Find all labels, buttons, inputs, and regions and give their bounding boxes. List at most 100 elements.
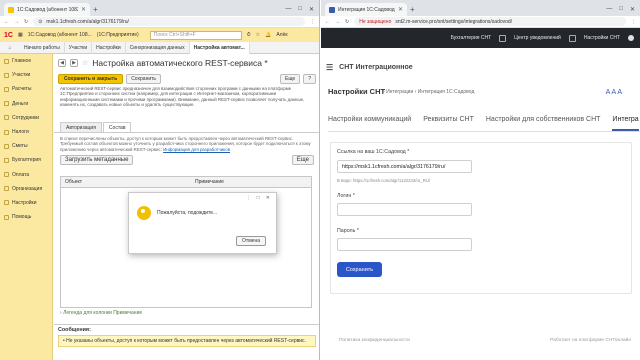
- search-input[interactable]: Поиск Ctrl+Shift+F: [149, 30, 242, 40]
- tab-authorization[interactable]: Авторизация: [60, 122, 102, 132]
- site-info-icon[interactable]: ⊙: [38, 19, 42, 25]
- sidebar-item-payment[interactable]: Оплата: [0, 168, 52, 182]
- link-input[interactable]: https://msk1.1cfresh.com/a/algr/3176179/…: [337, 160, 472, 173]
- sidebar-item-settings[interactable]: Настройки: [0, 196, 52, 210]
- nav-notifications[interactable]: Центр уведомлений: [514, 35, 561, 41]
- tab-communications[interactable]: Настройки коммуникаций: [328, 116, 411, 131]
- sidebar-item-label: Участки: [12, 72, 31, 79]
- messages-panel: Сообщения: • Не указаны объекты, доступ …: [54, 324, 319, 360]
- back-icon[interactable]: ←: [325, 19, 330, 25]
- legend-link[interactable]: › Легенда для колонки Примечание: [60, 310, 142, 316]
- tab-requisites[interactable]: Реквизиты СНТ: [423, 116, 474, 131]
- table-toolbar: Загрузить метаданные Еще: [54, 154, 319, 165]
- browser-tab[interactable]: Интеграция 1С:Садовод ✕: [325, 3, 407, 16]
- load-metadata-button[interactable]: Загрузить метаданные: [60, 154, 134, 165]
- save-button[interactable]: Сохранить: [337, 262, 382, 277]
- not-secure-label[interactable]: Не защищено: [359, 19, 391, 25]
- section-icon: [4, 72, 9, 78]
- url-field[interactable]: ⊙ msk1.1cfresh.com/a/algr/3176179/ru/: [33, 17, 305, 26]
- sidebar-item-staff[interactable]: Сотрудники: [0, 111, 52, 125]
- save-close-button[interactable]: Сохранить и закрыть: [58, 74, 124, 84]
- dialog-menu-icon[interactable]: ⋮: [246, 195, 251, 203]
- sidebar-item-organization[interactable]: Организация: [0, 182, 52, 196]
- menu-icon[interactable]: ⋮: [310, 19, 315, 25]
- url-text: msk1.1cfresh.com/a/algr/3176179/ru/: [46, 18, 129, 25]
- message-row[interactable]: • Не указаны объекты, доступ к которым м…: [58, 335, 316, 347]
- avatar[interactable]: [628, 35, 634, 41]
- forward-icon[interactable]: ▶: [70, 59, 78, 67]
- onec-open-tabs: ⌂ Начало работы Участки Настройки Синхро…: [0, 41, 319, 54]
- sidebar-item-calc[interactable]: Расчеты: [0, 82, 52, 96]
- nav-settings[interactable]: Настройки СНТ: [584, 35, 620, 41]
- tab-start[interactable]: Начало работы: [20, 41, 65, 54]
- sidebar-item-accounting[interactable]: Бухгалтерия: [0, 153, 52, 167]
- maximize-icon[interactable]: □: [298, 6, 302, 13]
- back-icon[interactable]: ←: [4, 19, 9, 25]
- history-icon[interactable]: ⏱: [247, 32, 251, 38]
- column-header-note[interactable]: Примечание: [191, 179, 224, 185]
- window-controls: — □ ✕: [285, 6, 319, 13]
- tab-settings[interactable]: Настройки: [92, 41, 126, 54]
- table-more-button[interactable]: Еще: [291, 154, 314, 165]
- sidebar-item-plots[interactable]: Участки: [0, 68, 52, 82]
- login-input[interactable]: [337, 203, 472, 216]
- close-tab-icon[interactable]: ✕: [398, 6, 403, 13]
- sidebar-item-estimates[interactable]: Сметы: [0, 139, 52, 153]
- close-window-icon[interactable]: ✕: [309, 6, 314, 13]
- forward-icon[interactable]: →: [14, 19, 19, 25]
- url-field[interactable]: Не защищено snt2.m-service.pro/snt/setti…: [354, 17, 626, 26]
- dialog-close-icon[interactable]: ✕: [266, 195, 270, 203]
- back-icon[interactable]: ◀: [58, 59, 66, 67]
- privacy-link[interactable]: Политика конфиденциальности: [339, 338, 410, 343]
- favorite-star-icon[interactable]: ☆: [82, 59, 88, 67]
- new-tab-icon[interactable]: +: [410, 5, 415, 14]
- menu-icon[interactable]: ⋮: [631, 19, 636, 25]
- reload-icon[interactable]: ↻: [24, 19, 28, 25]
- bell-icon[interactable]: 🔔: [265, 32, 271, 38]
- font-size-controls[interactable]: A A A: [606, 89, 622, 96]
- info-panel: В списке перечислены объекты, доступ к к…: [60, 136, 314, 152]
- help-button[interactable]: ?: [303, 74, 316, 84]
- tab-sync[interactable]: Синхронизация данных: [126, 41, 190, 54]
- more-button[interactable]: Еще: [280, 74, 301, 84]
- password-input[interactable]: [337, 238, 472, 251]
- reload-icon[interactable]: ↻: [345, 19, 349, 25]
- nav-accounting[interactable]: Бухгалтерия СНТ: [451, 35, 492, 41]
- cancel-button[interactable]: Отмена: [236, 236, 266, 246]
- minimize-icon[interactable]: —: [285, 6, 291, 13]
- dialog-maximize-icon[interactable]: □: [257, 195, 260, 203]
- maximize-icon[interactable]: □: [619, 6, 623, 13]
- forward-icon[interactable]: →: [335, 19, 340, 25]
- close-tab-icon[interactable]: ✕: [81, 6, 86, 13]
- tab-composition[interactable]: Состав: [102, 122, 132, 132]
- sidebar-item-help[interactable]: Помощь: [0, 210, 52, 224]
- breadcrumb-integrations[interactable]: Интеграции: [386, 89, 413, 95]
- star-icon[interactable]: ☆: [256, 32, 260, 38]
- onec-sidebar: Главное Участки Расчеты Деньги Сотрудник…: [0, 54, 53, 360]
- sidebar-item-taxes[interactable]: Налоги: [0, 125, 52, 139]
- tab-plots[interactable]: Участки: [65, 41, 93, 54]
- hamburger-icon[interactable]: ☰: [326, 63, 333, 72]
- breadcrumb-sep-icon: ›: [383, 89, 385, 95]
- form-toolbar: Сохранить и закрыть Сохранить Еще ?: [54, 72, 319, 86]
- close-window-icon[interactable]: ✕: [630, 6, 635, 13]
- platform-link[interactable]: Работает на платформе СНТонлайн: [550, 338, 631, 343]
- tab-bar: 1С:Садовод (абонент 10829) ✕ + — □ ✕: [0, 0, 319, 16]
- sections-icon[interactable]: ▦: [18, 32, 23, 38]
- snt-topbar: Бухгалтерия СНТ Центр уведомлений Настро…: [321, 28, 640, 48]
- app-subtitle: (1С:Предприятие): [96, 32, 139, 38]
- sidebar-item-main[interactable]: Главное: [0, 54, 52, 68]
- save-button[interactable]: Сохранить: [126, 74, 162, 84]
- sidebar-item-money[interactable]: Деньги: [0, 97, 52, 111]
- tab-integrations[interactable]: Интегра: [612, 116, 639, 131]
- home-icon[interactable]: ⌂: [0, 45, 20, 51]
- developers-link[interactable]: Информация для разработчиков: [163, 147, 230, 152]
- column-header-object[interactable]: Объект: [61, 179, 191, 185]
- new-tab-icon[interactable]: +: [93, 5, 98, 14]
- tab-rest-setup[interactable]: Настройка автомат...: [189, 41, 250, 54]
- browser-tab[interactable]: 1С:Садовод (абонент 10829) ✕: [4, 3, 90, 16]
- legend-text: Легенда для колонки Примечание: [63, 310, 143, 316]
- minimize-icon[interactable]: —: [606, 6, 612, 13]
- tab-owners[interactable]: Настройки для собственников СНТ: [486, 116, 601, 131]
- user-name[interactable]: Алёк: [276, 32, 287, 38]
